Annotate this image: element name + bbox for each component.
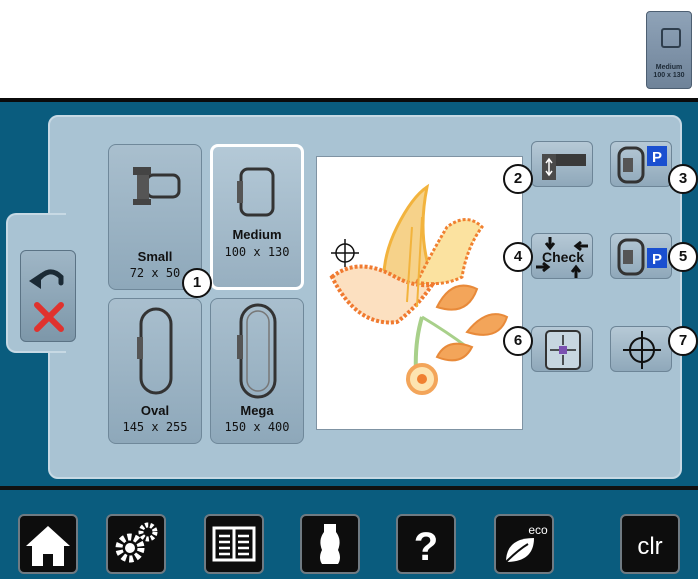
back-cancel-button[interactable]: [20, 250, 76, 342]
eco-label: eco: [528, 523, 548, 537]
hoop-mega-name: Mega: [240, 403, 274, 418]
park-hoop-side-button[interactable]: P: [610, 233, 672, 279]
thumbnail-hoop-name: Medium: [655, 64, 683, 71]
mega-hoop-icon: [237, 303, 277, 399]
callout-6: 6: [503, 326, 533, 356]
callout-1: 1: [182, 268, 212, 298]
hoop-mega-size: 150 x 400: [224, 420, 290, 434]
center-hoop-button[interactable]: [531, 141, 593, 187]
clear-icon: clr: [637, 533, 662, 560]
hoop-oval-size: 145 x 255: [122, 420, 188, 434]
hoop-small-name: Small: [137, 249, 173, 264]
dress-form-icon: [320, 524, 340, 564]
check-label: Check: [542, 249, 584, 265]
crosshair-icon: [623, 331, 661, 369]
tutorial-button[interactable]: [204, 514, 264, 574]
setup-button[interactable]: [106, 514, 166, 574]
oval-hoop-icon: [137, 307, 173, 395]
design-position-icon: [545, 330, 581, 370]
callout-7: 7: [668, 326, 698, 356]
hoop-medium-button[interactable]: Medium 100 x 130: [210, 144, 304, 290]
flower-design-image: [329, 183, 509, 395]
park-hoop-icon: P: [617, 146, 667, 184]
hoop-oval-name: Oval: [140, 403, 170, 418]
clear-label: clr: [637, 533, 662, 560]
eco-button[interactable]: eco: [494, 514, 554, 574]
question-icon: ?: [414, 525, 438, 569]
eco-leaf-icon: eco: [505, 523, 548, 563]
selected-hoop-thumbnail: Medium 100 x 130: [646, 11, 692, 89]
hoop-oval-button[interactable]: Oval 145 x 255: [108, 298, 202, 444]
park-label: P: [652, 149, 662, 166]
park-side-label: P: [652, 251, 662, 268]
park-hoop-back-button[interactable]: P: [610, 141, 672, 187]
park-side-icon: P: [617, 238, 667, 276]
screen-top-border: [0, 98, 698, 102]
callout-2: 2: [503, 164, 533, 194]
hoop-small-button[interactable]: Small 72 x 50: [108, 144, 202, 290]
callout-4: 4: [503, 242, 533, 272]
cancel-x-icon: [34, 302, 64, 332]
medium-hoop-icon: [237, 167, 275, 217]
clear-button[interactable]: clr: [620, 514, 680, 574]
home-button[interactable]: [18, 514, 78, 574]
hoop-thumbnail-icon: [661, 28, 681, 48]
toolbar-divider: [0, 486, 698, 490]
virtual-position-button[interactable]: [531, 326, 593, 372]
hoop-medium-size: 100 x 130: [224, 245, 290, 259]
callout-3: 3: [668, 164, 698, 194]
hoop-mega-button[interactable]: Mega 150 x 400: [210, 298, 304, 444]
book-icon: [212, 526, 256, 562]
embroidery-preview: [316, 156, 523, 430]
help-label: ?: [414, 525, 438, 569]
home-icon: [26, 526, 70, 566]
gears-icon: [115, 522, 158, 563]
creative-consultant-button[interactable]: [300, 514, 360, 574]
thumbnail-hoop-size: 100 x 130: [653, 72, 685, 79]
crosshair-button[interactable]: [610, 326, 672, 372]
small-hoop-icon: [133, 167, 181, 205]
hoop-medium-name: Medium: [232, 227, 282, 242]
check-arrows-icon: Check: [536, 237, 588, 278]
check-hoop-size-button[interactable]: Check: [531, 233, 593, 279]
callout-5: 5: [668, 242, 698, 272]
help-button[interactable]: ?: [396, 514, 456, 574]
hoop-center-icon: [542, 154, 586, 180]
